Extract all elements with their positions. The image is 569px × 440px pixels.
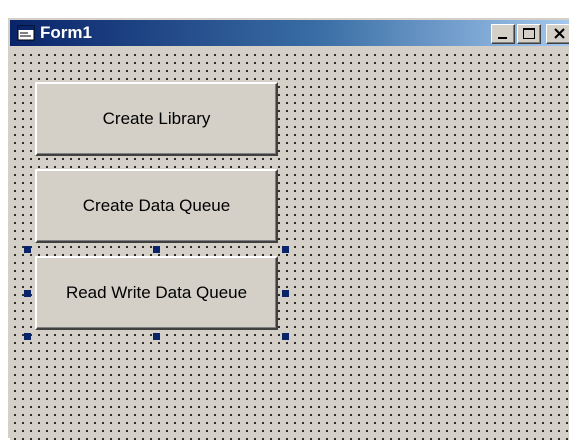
form-icon[interactable] [17, 25, 35, 41]
selection-handle-middle-left[interactable] [24, 290, 31, 297]
create-library-label: Create Library [102, 109, 211, 128]
selection-handle-top-left[interactable] [24, 246, 31, 253]
close-icon [554, 28, 565, 39]
read-write-data-queue-button[interactable]: Read Write Data Queue [35, 256, 278, 330]
maximize-button[interactable] [517, 24, 541, 44]
create-library-button[interactable]: Create Library [35, 82, 278, 156]
form-window: Form1 Create Library Create Data Queue R… [6, 16, 569, 440]
selection-handle-top-center[interactable] [153, 246, 160, 253]
selection-handle-middle-right[interactable] [282, 290, 289, 297]
selection-handle-top-right[interactable] [282, 246, 289, 253]
maximize-icon [523, 28, 535, 39]
selection-handle-bottom-left[interactable] [24, 333, 31, 340]
minimize-icon [498, 37, 507, 39]
form-design-surface[interactable]: Create Library Create Data Queue Read Wr… [10, 48, 569, 440]
window-title: Form1 [40, 23, 92, 42]
read-write-data-queue-label: Read Write Data Queue [65, 283, 248, 302]
title-bar[interactable]: Form1 [10, 20, 569, 46]
minimize-button[interactable] [491, 24, 515, 44]
selection-handle-bottom-center[interactable] [153, 333, 160, 340]
create-data-queue-label: Create Data Queue [82, 196, 231, 215]
selection-handle-bottom-right[interactable] [282, 333, 289, 340]
close-button[interactable] [546, 24, 569, 44]
create-data-queue-button[interactable]: Create Data Queue [35, 169, 278, 243]
